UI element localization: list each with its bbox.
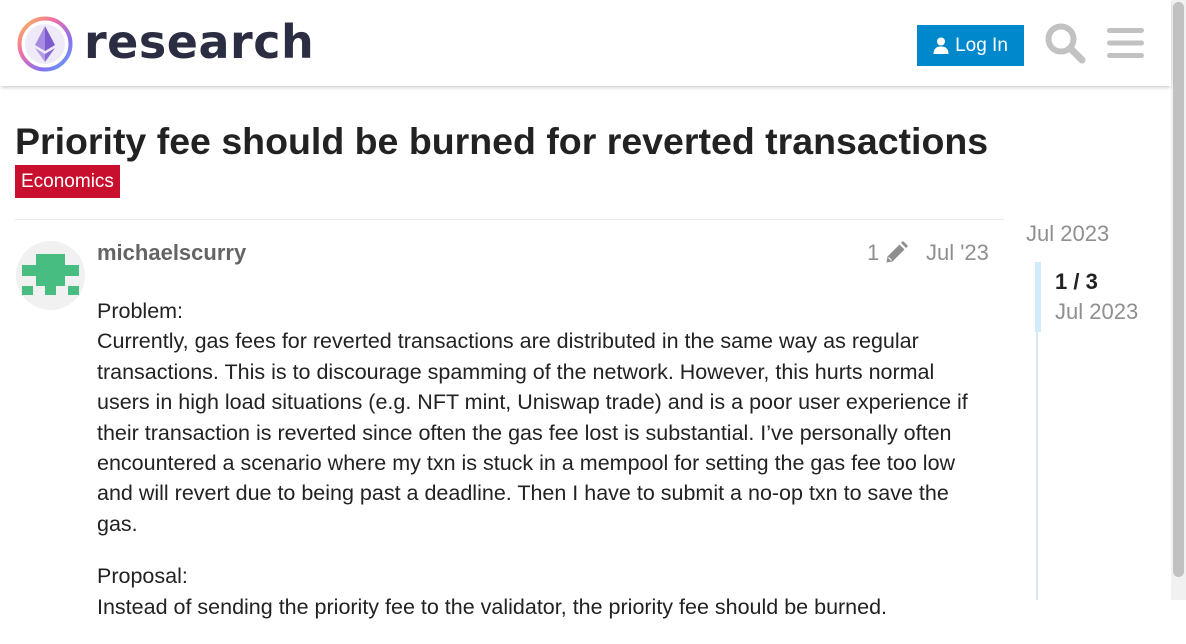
post-body: Problem: Currently, gas fees for reverte… (97, 296, 992, 644)
post-paragraph: Problem: (97, 299, 184, 323)
vertical-scrollbar[interactable] (1171, 0, 1186, 600)
user-icon (933, 37, 949, 54)
edit-count[interactable]: 1 (867, 239, 879, 267)
pencil-icon[interactable] (884, 241, 908, 265)
scrollbar-thumb[interactable] (1173, 2, 1184, 577)
timeline-start-date[interactable]: Jul 2023 (1026, 220, 1109, 248)
site-name[interactable]: research (84, 14, 314, 70)
ethereum-logo[interactable] (16, 15, 74, 73)
post-paragraph: Currently, gas fees for reverted transac… (97, 329, 968, 536)
post-paragraph: Proposal: (97, 564, 188, 589)
post-paragraph: Instead of sending the priority fee to t… (97, 594, 888, 619)
search-icon[interactable] (1044, 22, 1086, 64)
avatar[interactable] (16, 241, 85, 310)
login-button[interactable]: Log In (917, 25, 1024, 66)
timeline-position: 1 / 3 (1055, 269, 1098, 294)
topic-title[interactable]: Priority fee should be burned for revert… (15, 118, 988, 164)
category-badge[interactable]: Economics (15, 165, 120, 198)
timeline-current-date: Jul 2023 (1055, 299, 1139, 324)
login-label: Log In (955, 34, 1008, 56)
hamburger-menu-icon[interactable] (1107, 25, 1144, 61)
title-divider (15, 219, 1004, 220)
timeline-scroll-handle[interactable] (1035, 262, 1041, 332)
post-date[interactable]: Jul '23 (926, 239, 989, 267)
post-author-username[interactable]: michaelscurry (97, 239, 246, 267)
site-header: research Log In (0, 0, 1171, 86)
